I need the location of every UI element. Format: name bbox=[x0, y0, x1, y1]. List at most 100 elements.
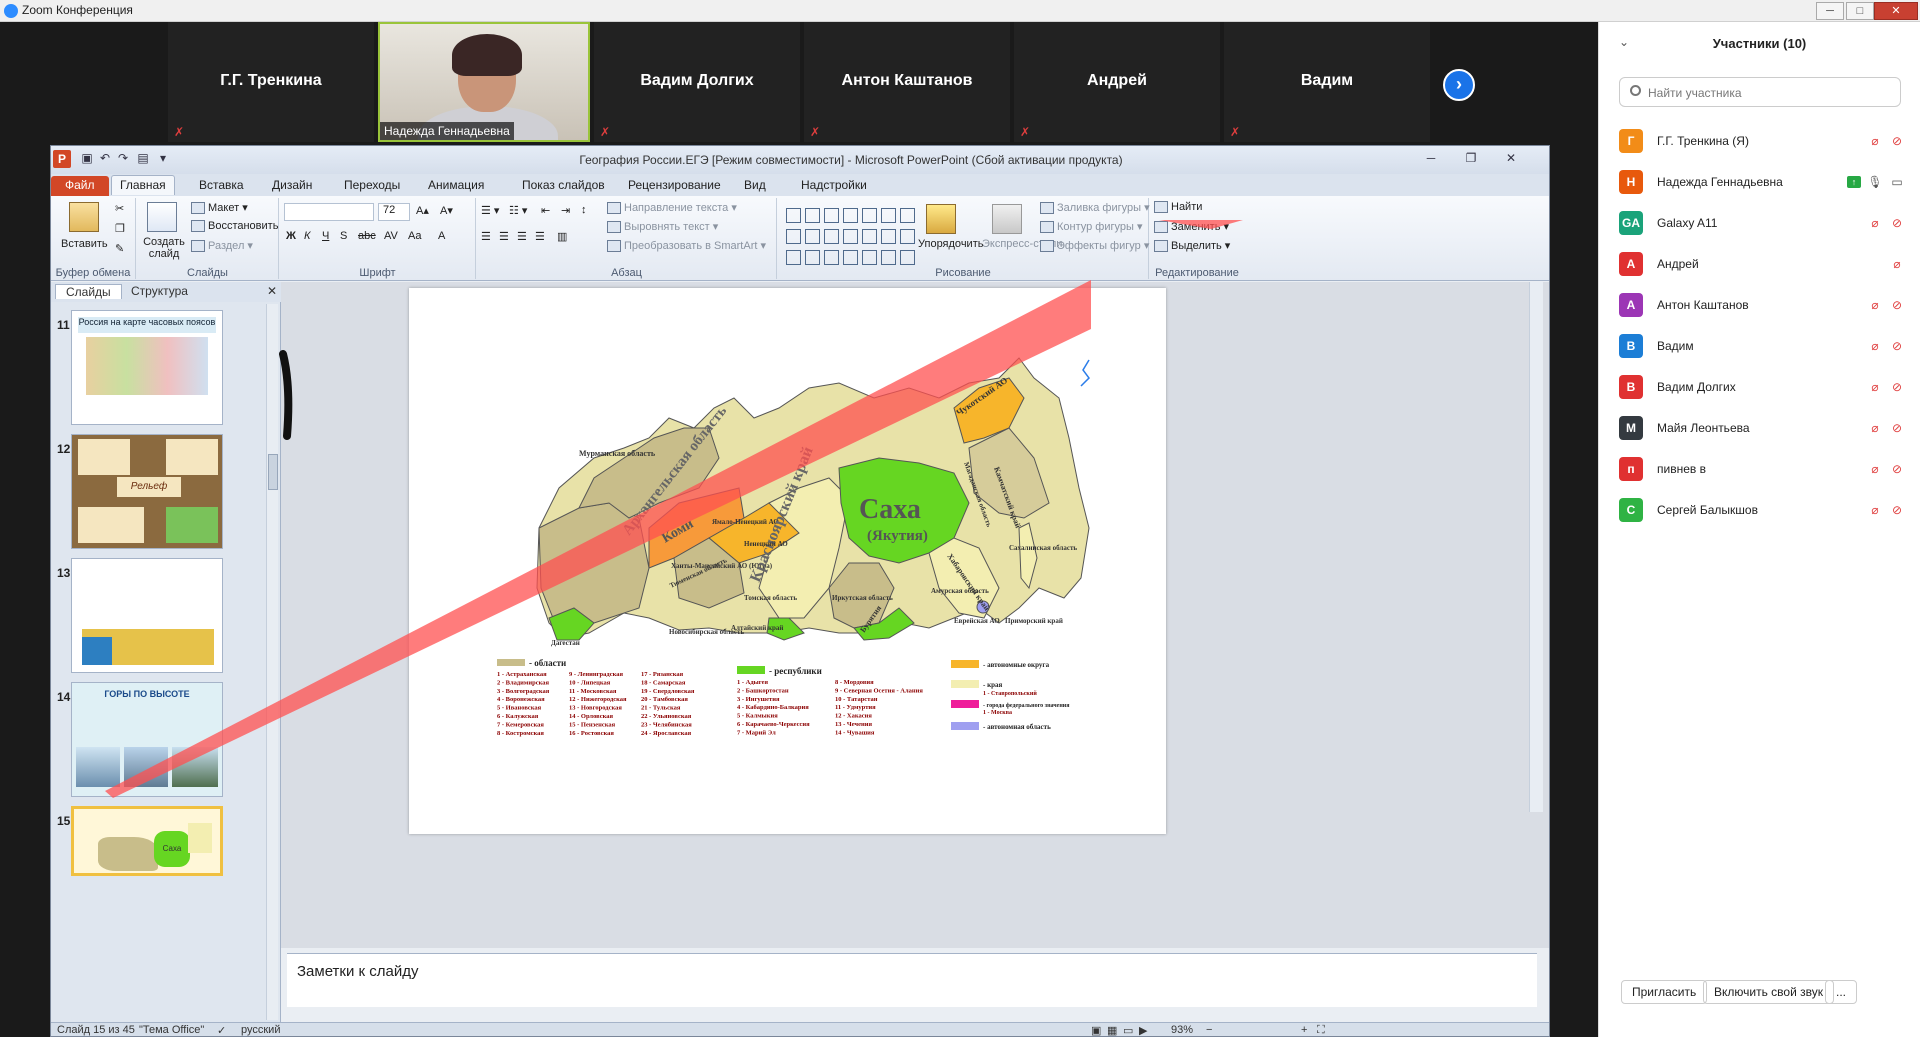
normal-view-icon[interactable]: ▣ bbox=[1091, 1024, 1101, 1036]
tab-slides[interactable]: Слайды bbox=[55, 284, 122, 299]
participant-row[interactable]: М Майя Леонтьева ⌀ ⊘ bbox=[1619, 413, 1909, 443]
arrange-button[interactable]: Упорядочить bbox=[918, 238, 983, 250]
tab-home[interactable]: Главная bbox=[111, 175, 175, 195]
shape-outline-button[interactable]: Контур фигуры ▾ bbox=[1040, 220, 1143, 234]
format-painter-icon[interactable]: ✎ bbox=[115, 242, 124, 255]
font-family-select[interactable] bbox=[284, 203, 374, 221]
scrollbar-thumb[interactable] bbox=[268, 454, 278, 490]
slides-scrollbar[interactable] bbox=[266, 304, 278, 1020]
decrease-indent-icon[interactable]: ⇤ bbox=[541, 204, 550, 217]
quick-styles-icon[interactable] bbox=[992, 204, 1022, 234]
customize-qat-icon[interactable]: ▾ bbox=[155, 151, 171, 167]
tab-transitions[interactable]: Переходы bbox=[344, 178, 400, 192]
participant-tile[interactable]: Г.Г. Тренкина ✗ bbox=[168, 22, 374, 142]
justify-icon[interactable]: ☰ bbox=[535, 230, 545, 243]
cut-icon[interactable]: ✂ bbox=[115, 202, 124, 215]
camera-off-icon[interactable]: ⊘ bbox=[1889, 379, 1905, 395]
copy-icon[interactable]: ❐ bbox=[115, 222, 125, 235]
paste-button[interactable]: Вставить bbox=[61, 238, 108, 250]
participant-row[interactable]: В Вадим ⌀ ⊘ bbox=[1619, 331, 1909, 361]
undo-icon[interactable]: ↶ bbox=[97, 151, 113, 167]
print-preview-icon[interactable]: ▤ bbox=[135, 151, 151, 167]
tab-review[interactable]: Рецензирование bbox=[628, 178, 721, 192]
participant-tile[interactable]: Антон Каштанов ✗ bbox=[804, 22, 1010, 142]
shape-effects-button[interactable]: Эффекты фигур ▾ bbox=[1040, 239, 1149, 253]
next-page-arrow-icon[interactable]: › bbox=[1443, 69, 1475, 101]
save-icon[interactable]: ▣ bbox=[79, 151, 95, 167]
tab-insert[interactable]: Вставка bbox=[199, 178, 244, 192]
tab-view[interactable]: Вид bbox=[744, 178, 766, 192]
camera-off-icon[interactable]: ⊘ bbox=[1889, 215, 1905, 231]
mic-muted-icon[interactable]: ⌀ bbox=[1867, 420, 1883, 436]
tab-animation[interactable]: Анимация bbox=[428, 178, 484, 192]
zoom-in-icon[interactable]: + bbox=[1301, 1024, 1307, 1036]
replace-button[interactable]: Заменить ▾ bbox=[1154, 220, 1229, 234]
shapes-gallery[interactable] bbox=[786, 208, 916, 268]
mic-muted-icon[interactable]: ⌀ bbox=[1867, 297, 1883, 313]
participant-tile[interactable]: Вадим ✗ bbox=[1224, 22, 1430, 142]
camera-off-icon[interactable]: ⊘ bbox=[1889, 420, 1905, 436]
shadow-icon[interactable]: S bbox=[340, 230, 347, 242]
unmute-self-button[interactable]: Включить свой звук bbox=[1703, 980, 1834, 1004]
camera-off-icon[interactable]: ⊘ bbox=[1889, 461, 1905, 477]
participant-row[interactable]: Г Г.Г. Тренкина (Я) ⌀ ⊘ bbox=[1619, 126, 1909, 156]
mic-muted-icon[interactable]: ⌀ bbox=[1889, 256, 1905, 272]
align-center-icon[interactable]: ☰ bbox=[499, 230, 509, 243]
participant-row[interactable]: Н Надежда Геннадьевна ↑ 🎙 ▭ bbox=[1619, 167, 1909, 197]
camera-off-icon[interactable]: ⊘ bbox=[1889, 338, 1905, 354]
tab-outline[interactable]: Структура bbox=[121, 284, 198, 298]
section-button[interactable]: Раздел ▾ bbox=[191, 239, 253, 253]
minimize-button[interactable]: ─ bbox=[1816, 2, 1844, 20]
close-icon[interactable]: ✕ bbox=[1501, 151, 1521, 167]
reading-view-icon[interactable]: ▭ bbox=[1123, 1024, 1133, 1036]
align-text-button[interactable]: Выровнять текст ▾ bbox=[607, 220, 718, 234]
participant-row[interactable]: GA Galaxy A11 ⌀ ⊘ bbox=[1619, 208, 1909, 238]
sorter-view-icon[interactable]: ▦ bbox=[1107, 1024, 1117, 1036]
spellcheck-icon[interactable]: ✓ bbox=[217, 1024, 226, 1036]
increase-indent-icon[interactable]: ⇥ bbox=[561, 204, 570, 217]
restore-icon[interactable]: ❐ bbox=[1461, 151, 1481, 167]
camera-off-icon[interactable]: ⊘ bbox=[1889, 133, 1905, 149]
grow-font-icon[interactable]: A▴ bbox=[416, 204, 429, 217]
fit-slide-icon[interactable]: ⛶ bbox=[1317, 1024, 1325, 1036]
participant-row[interactable]: п пивнев в ⌀ ⊘ bbox=[1619, 454, 1909, 484]
current-slide[interactable]: Мурманская область Архангельская область… bbox=[409, 288, 1166, 834]
slide-thumbnail-selected[interactable]: Саха bbox=[71, 806, 223, 876]
participant-search-input[interactable]: Найти участника bbox=[1619, 77, 1901, 107]
maximize-button[interactable]: □ bbox=[1846, 2, 1874, 20]
participant-tile[interactable]: Андрей ✗ bbox=[1014, 22, 1220, 142]
find-button[interactable]: Найти bbox=[1154, 201, 1202, 214]
reset-button[interactable]: Восстановить bbox=[191, 220, 278, 233]
slide-notes[interactable]: Заметки к слайду bbox=[287, 953, 1537, 1007]
participant-tile[interactable]: Вадим Долгих ✗ bbox=[594, 22, 800, 142]
strikethrough-icon[interactable]: abc bbox=[358, 230, 376, 242]
slide-thumbnail[interactable]: Рельеф bbox=[71, 434, 223, 549]
camera-off-icon[interactable]: ⊘ bbox=[1889, 502, 1905, 518]
camera-off-icon[interactable]: ⊘ bbox=[1889, 297, 1905, 313]
mic-muted-icon[interactable]: ⌀ bbox=[1867, 502, 1883, 518]
font-size-select[interactable]: 72 bbox=[378, 203, 410, 221]
slide-thumbnail[interactable]: Россия на карте часовых поясов bbox=[71, 310, 223, 425]
minimize-icon[interactable]: ─ bbox=[1421, 151, 1441, 167]
slide-thumbnail[interactable] bbox=[71, 558, 223, 673]
new-slide-icon[interactable] bbox=[147, 202, 177, 232]
slideshow-view-icon[interactable]: ▶ bbox=[1139, 1024, 1147, 1036]
zoom-out-icon[interactable]: − bbox=[1206, 1024, 1212, 1036]
align-left-icon[interactable]: ☰ bbox=[481, 230, 491, 243]
arrange-icon[interactable] bbox=[926, 204, 956, 234]
mic-muted-icon[interactable]: ⌀ bbox=[1867, 461, 1883, 477]
participant-row[interactable]: В Вадим Долгих ⌀ ⊘ bbox=[1619, 372, 1909, 402]
columns-icon[interactable]: ▥ bbox=[557, 230, 567, 243]
participant-row[interactable]: А Антон Каштанов ⌀ ⊘ bbox=[1619, 290, 1909, 320]
participant-row[interactable]: С Сергей Балыкшов ⌀ ⊘ bbox=[1619, 495, 1909, 525]
smartart-button[interactable]: Преобразовать в SmartArt ▾ bbox=[607, 239, 766, 253]
font-color-icon[interactable]: A bbox=[438, 230, 445, 242]
line-spacing-icon[interactable]: ↕ bbox=[581, 204, 587, 216]
tab-slideshow[interactable]: Показ слайдов bbox=[522, 178, 605, 192]
camera-on-icon[interactable]: ▭ bbox=[1889, 174, 1905, 190]
bold-icon[interactable]: Ж bbox=[286, 230, 296, 242]
redo-icon[interactable]: ↷ bbox=[115, 151, 131, 167]
underline-icon[interactable]: Ч bbox=[322, 230, 329, 242]
layout-button[interactable]: Макет ▾ bbox=[191, 201, 248, 215]
mic-muted-icon[interactable]: ⌀ bbox=[1867, 133, 1883, 149]
